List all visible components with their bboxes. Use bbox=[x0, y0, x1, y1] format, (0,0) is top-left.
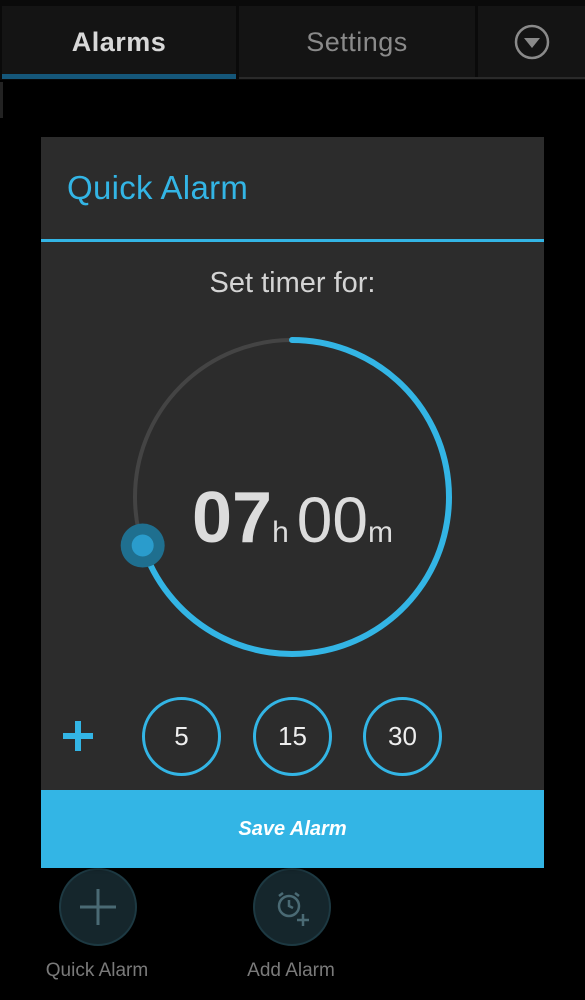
overflow-menu-button[interactable] bbox=[478, 6, 585, 78]
plus-icon bbox=[80, 889, 116, 925]
tab-divider bbox=[239, 77, 585, 79]
active-tab-indicator bbox=[2, 74, 236, 79]
tab-settings[interactable]: Settings bbox=[239, 6, 475, 78]
add-alarm-circle bbox=[253, 868, 331, 946]
dialog-title-divider bbox=[41, 239, 544, 242]
save-alarm-button[interactable]: Save Alarm bbox=[41, 790, 544, 868]
add-alarm-action[interactable]: Add Alarm bbox=[206, 862, 376, 992]
minutes-value: 00 bbox=[296, 484, 368, 556]
time-readout: 07h 00m bbox=[41, 477, 544, 559]
tab-bar: Alarms Settings bbox=[0, 0, 585, 80]
tab-alarms[interactable]: Alarms bbox=[2, 6, 236, 78]
tab-alarms-label: Alarms bbox=[71, 26, 167, 57]
alarm-clock-add-icon bbox=[277, 892, 309, 926]
plus-icon[interactable] bbox=[59, 717, 97, 755]
quick-alarm-label: Quick Alarm bbox=[45, 960, 149, 981]
dropdown-circle-icon bbox=[514, 24, 549, 60]
hours-value: 07 bbox=[192, 478, 273, 558]
quick-alarm-dialog: Quick Alarm Set timer for: 07h 00m 5 15 3… bbox=[41, 137, 544, 868]
minutes-unit: m bbox=[367, 516, 393, 549]
add-30-minutes-button[interactable]: 30 bbox=[363, 697, 442, 776]
timer-prompt: Set timer for: bbox=[209, 267, 376, 299]
add-alarm-label: Add Alarm bbox=[247, 960, 335, 981]
add-15-minutes-button[interactable]: 15 bbox=[253, 697, 332, 776]
hours-unit: h bbox=[272, 516, 289, 549]
quick-alarm-circle bbox=[59, 868, 137, 946]
dialog-title: Quick Alarm bbox=[67, 169, 249, 206]
tab-settings-label: Settings bbox=[306, 26, 408, 57]
edge-divider bbox=[0, 82, 3, 118]
add-5-minutes-button[interactable]: 5 bbox=[142, 697, 221, 776]
save-alarm-label: Save Alarm bbox=[238, 817, 347, 840]
quick-alarm-action[interactable]: Quick Alarm bbox=[12, 862, 182, 992]
